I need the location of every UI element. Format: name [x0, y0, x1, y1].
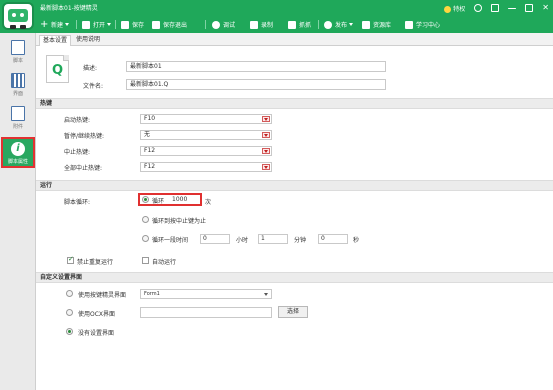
chevron-down-icon — [264, 293, 268, 296]
hotkeys-section-header: 热键 — [36, 98, 553, 109]
use-ocx-ui-label: 使用OCX界面 — [78, 311, 116, 318]
loop-label: 脚本循环: — [64, 199, 91, 206]
use-anjian-ui-radio[interactable] — [66, 290, 73, 297]
loop-count-radio[interactable] — [142, 196, 149, 203]
tab-bar: 基本设置 使用说明 — [36, 33, 553, 46]
dropdown-arrow-icon[interactable] — [262, 132, 270, 138]
no-repeat-label: 禁止重复运行 — [77, 259, 114, 266]
no-ui-label: 没有设置界面 — [78, 330, 115, 337]
no-ui-radio[interactable] — [66, 328, 73, 335]
loop-timed-radio[interactable] — [142, 235, 149, 242]
start-hotkey-label: 启动热键: — [64, 117, 91, 124]
loop-count-input[interactable]: 1000 — [172, 196, 187, 203]
select-ocx-button[interactable]: 选择 — [278, 306, 308, 318]
main-content: Q 描述: 最新脚本01 文件名: 最新脚本01.Q 热键 启动热键: F10 … — [36, 46, 553, 390]
tab-usage-guide[interactable]: 使用说明 — [73, 35, 103, 46]
loop-timed-label: 循环一段时间 — [152, 237, 189, 244]
script-file-icon: Q — [46, 55, 69, 83]
stop-all-hotkey-select[interactable]: F12 — [140, 162, 272, 172]
hours-input[interactable]: 0 — [200, 234, 230, 244]
file-type-letter: Q — [52, 63, 64, 78]
minutes-unit-label: 分钟 — [294, 237, 307, 244]
minutes-input[interactable]: 1 — [258, 234, 288, 244]
filename-input[interactable]: 最新脚本01.Q — [126, 79, 386, 90]
use-anjian-ui-label: 使用按键精灵界面 — [78, 292, 127, 299]
loop-unit-label: 次 — [205, 199, 212, 206]
stop-hotkey-label: 中止热键: — [64, 149, 91, 156]
hours-unit-label: 小时 — [236, 237, 249, 244]
custom-ui-section-header: 自定义设置界面 — [36, 272, 553, 283]
stop-hotkey-value: F12 — [144, 147, 156, 154]
filename-label: 文件名: — [83, 83, 104, 90]
loop-until-stop-label: 循环到按中止键为止 — [152, 218, 207, 225]
description-label: 描述: — [83, 65, 98, 72]
no-repeat-checkbox[interactable] — [67, 255, 74, 264]
loop-until-stop-radio[interactable] — [142, 216, 149, 223]
auto-run-label: 自动运行 — [152, 259, 177, 266]
auto-run-checkbox[interactable] — [142, 257, 149, 264]
form-select-value: Form1 — [144, 291, 160, 297]
run-section-header: 运行 — [36, 180, 553, 191]
dropdown-arrow-icon[interactable] — [262, 164, 270, 170]
loop-option-label: 循环 — [152, 198, 165, 205]
form-select[interactable]: Form1 — [140, 289, 272, 299]
dropdown-arrow-icon[interactable] — [262, 148, 270, 154]
stop-hotkey-select[interactable]: F12 — [140, 146, 272, 156]
start-hotkey-value: F10 — [144, 115, 156, 122]
stop-all-hotkey-label: 全部中止热键: — [64, 165, 103, 172]
page-fold — [63, 55, 69, 61]
pause-hotkey-value: 无 — [144, 131, 151, 138]
pause-hotkey-label: 暂停/继续热键: — [64, 133, 105, 140]
seconds-unit-label: 秒 — [353, 237, 360, 244]
tab-basic-settings[interactable]: 基本设置 — [39, 35, 72, 46]
ocx-path-input[interactable] — [140, 307, 272, 318]
description-input[interactable]: 最新脚本01 — [126, 61, 386, 72]
start-hotkey-select[interactable]: F10 — [140, 114, 272, 124]
pause-hotkey-select[interactable]: 无 — [140, 130, 272, 140]
seconds-input[interactable]: 0 — [318, 234, 348, 244]
use-ocx-ui-radio[interactable] — [66, 309, 73, 316]
stop-all-hotkey-value: F12 — [144, 163, 156, 170]
dropdown-arrow-icon[interactable] — [262, 116, 270, 122]
